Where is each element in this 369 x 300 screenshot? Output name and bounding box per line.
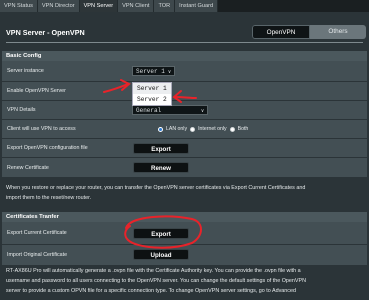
chevron-down-icon: ∨: [167, 69, 171, 75]
top-tab-bar: VPN Status VPN Director VPN Server VPN C…: [0, 0, 369, 12]
radio-lan-only[interactable]: [158, 126, 163, 132]
basic-config-header: Basic Config: [2, 51, 367, 61]
tab-vpn-server[interactable]: VPN Server: [79, 0, 119, 12]
radio-both-label: Both: [237, 126, 249, 132]
toggle-others[interactable]: Others: [310, 25, 366, 39]
radio-internet-only[interactable]: [190, 126, 196, 132]
transfer-note: When you restore or replace your router,…: [6, 183, 366, 203]
vpn-details-label: VPN Details: [7, 107, 36, 113]
tab-vpn-client[interactable]: VPN Client: [118, 0, 155, 12]
chevron-down-icon: ∨: [200, 108, 204, 114]
export-current-certificate-label: Export Current Certificate: [7, 230, 67, 236]
client-access-label: Client will use VPN to access: [7, 126, 76, 132]
transfer-note-line-2: import them to the reset/new router.: [6, 195, 92, 201]
radio-internet-label: Internet only: [198, 126, 227, 132]
client-access-radios: LAN only Internet only Both: [158, 126, 248, 132]
dropdown-option-server-2[interactable]: Server 2: [133, 94, 171, 105]
enable-openvpn-label: Enable OpenVPN Server: [7, 88, 66, 94]
footer-line-3: server to provide a custom OPVN file for…: [6, 288, 296, 294]
renew-button[interactable]: Renew: [133, 162, 189, 173]
footer-line-2: username and password to all users conne…: [6, 278, 306, 284]
export-certificate-button[interactable]: Export: [133, 228, 189, 239]
tab-vpn-status[interactable]: VPN Status: [0, 0, 38, 12]
footer-description: RT-AX86U Pro will automatically generate…: [6, 266, 366, 296]
renew-certificate-label: Renew Certificate: [7, 164, 49, 171]
toggle-openvpn[interactable]: OpenVPN: [252, 25, 310, 39]
server-instance-value: Server 1: [136, 68, 165, 75]
row-server-instance: Server instance: [2, 61, 367, 82]
certificates-transfer-header: Certificates Tranfer: [2, 212, 367, 222]
page-title: VPN Server - OpenVPN: [6, 28, 85, 37]
row-enable-openvpn: Enable OpenVPN Server: [2, 82, 367, 101]
tab-vpn-director[interactable]: VPN Director: [37, 0, 80, 12]
server-instance-label: Server instance: [7, 68, 44, 74]
export-config-label: Export OpenVPN configuration file: [7, 145, 88, 151]
tab-instant-guard[interactable]: Instant Guard: [175, 0, 219, 12]
transfer-note-line-1: When you restore or replace your router,…: [6, 185, 306, 191]
server-instance-select[interactable]: Server 1 ∨: [132, 66, 175, 76]
protocol-toggle[interactable]: OpenVPN Others: [252, 25, 366, 39]
import-original-certificate-label: Import Original Certificate: [7, 252, 68, 258]
export-config-button[interactable]: Export: [133, 143, 189, 154]
dropdown-option-server-1[interactable]: Server 1: [133, 83, 171, 94]
vpn-details-value: General: [136, 107, 162, 114]
title-divider: [6, 42, 363, 43]
server-instance-dropdown: Server 1 Server 2: [132, 82, 172, 106]
vpn-details-select[interactable]: General ∨: [132, 105, 208, 115]
radio-both[interactable]: [229, 126, 235, 132]
radio-lan-label: LAN only: [166, 126, 188, 132]
footer-line-1: RT-AX86U Pro will automatically generate…: [6, 268, 301, 274]
upload-button[interactable]: Upload: [133, 249, 189, 260]
tab-tor[interactable]: TOR: [154, 0, 176, 12]
